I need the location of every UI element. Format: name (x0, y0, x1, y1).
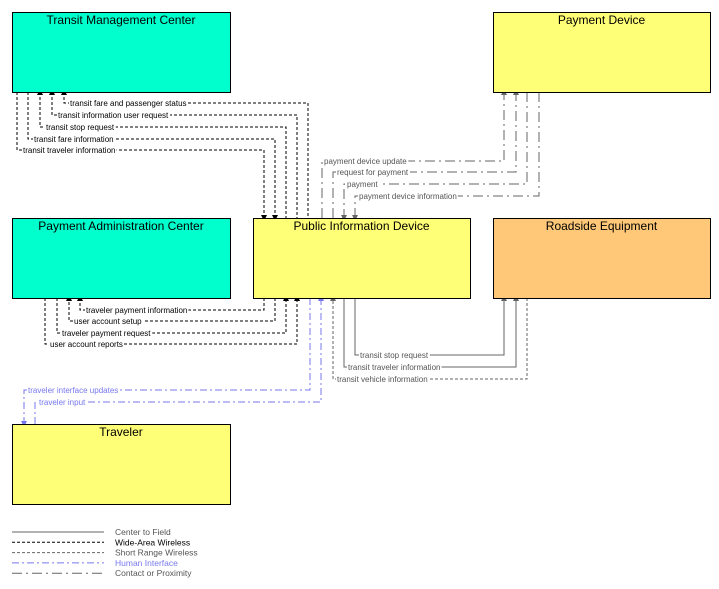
box-title: Payment Device (558, 13, 646, 27)
box-tmc[interactable]: Transit Management Center (12, 12, 231, 93)
flow-label: traveler payment request (62, 329, 151, 338)
box-pd[interactable]: Payment Device (493, 12, 711, 93)
legend: Center to FieldWide-Area WirelessShort R… (12, 527, 198, 578)
flow-line (354, 295, 507, 356)
box-pac[interactable]: Payment Administration Center (12, 218, 231, 299)
flow-label: transit stop request (360, 351, 429, 360)
flow-line (56, 295, 289, 334)
flow-label: user account setup (74, 317, 142, 326)
flow-label: transit fare information (34, 135, 114, 144)
legend-label: Wide-Area Wireless (115, 537, 190, 547)
box-title: Transit Management Center (47, 13, 196, 27)
box-title: Public Information Device (293, 219, 429, 233)
legend-item-center-to-field: Center to Field (12, 527, 171, 537)
flow-label: request for payment (337, 168, 409, 177)
flow-label: transit traveler information (23, 146, 115, 155)
flow-pid-to-pac: traveler payment information (77, 295, 265, 315)
box-title: Payment Administration Center (38, 219, 203, 233)
flow-label: payment device update (324, 157, 407, 166)
legend-label: Center to Field (115, 527, 171, 537)
boxes-layer: Transit Management Center Payment Device P… (12, 12, 711, 505)
flow-label: transit vehicle information (337, 375, 428, 384)
flow-label: transit information user request (58, 111, 169, 120)
legend-item-wide-area-wireless: Wide-Area Wireless (12, 537, 190, 547)
box-rse[interactable]: Roadside Equipment (493, 218, 711, 299)
interconnect-diagram: transit fare and passenger status transit… (12, 12, 711, 578)
flow-pid-to-rse: transit stop request (354, 295, 507, 360)
legend-item-human-interface: Human Interface (12, 558, 178, 568)
legend-item-contact-or-proximity: Contact or Proximity (12, 568, 192, 578)
flow-pd-to-pid: payment device information (352, 92, 540, 221)
legend-label: Human Interface (115, 558, 178, 568)
flow-label: user account reports (50, 340, 123, 349)
flow-label: payment (347, 180, 378, 189)
flow-label: traveler interface updates (28, 386, 118, 395)
flow-label: transit stop request (46, 123, 115, 132)
box-trav[interactable]: Traveler (12, 424, 231, 505)
box-title: Roadside Equipment (546, 219, 658, 233)
flow-pid-to-rse: transit traveler information (343, 295, 519, 372)
legend-item-short-range-wireless: Short Range Wireless (12, 548, 198, 558)
flow-label: payment device information (359, 192, 457, 201)
legend-label: Short Range Wireless (115, 548, 198, 558)
flow-label: traveler input (39, 398, 86, 407)
flow-label: traveler payment information (86, 306, 187, 315)
box-pid[interactable]: Public Information Device (253, 218, 471, 299)
flow-label: transit fare and passenger status (70, 99, 187, 108)
flow-label: transit traveler information (348, 363, 440, 372)
legend-label: Contact or Proximity (115, 568, 192, 578)
box-title: Traveler (99, 425, 143, 439)
